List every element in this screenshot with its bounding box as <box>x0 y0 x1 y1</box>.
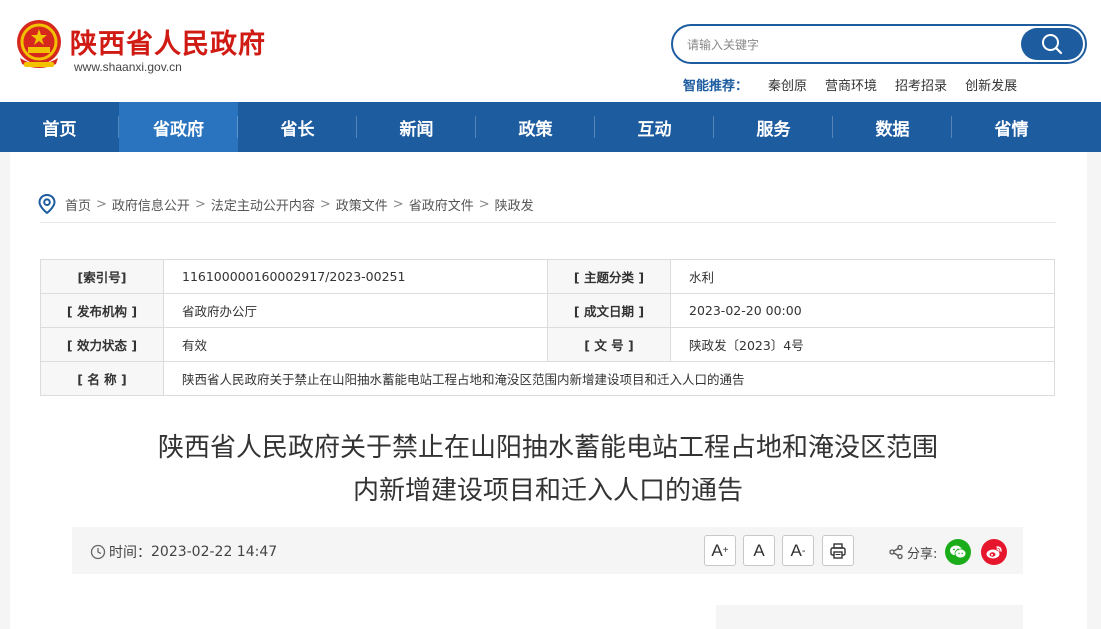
breadcrumb-statutory[interactable]: 法定主动公开内容 <box>211 195 315 214</box>
table-row: [ 发布机构 ] 省政府办公厅 [ 成文日期 ] 2023-02-20 00:0… <box>40 293 1055 328</box>
date-label: [ 成文日期 ] <box>547 293 671 328</box>
name-value: 陕西省人民政府关于禁止在山阳抽水蓄能电站工程占地和淹没区范围内新增建设项目和迁入… <box>163 361 1055 396</box>
wechat-icon <box>950 545 967 559</box>
topic-label: [ 主题分类 ] <box>547 259 671 294</box>
share-label: 分享: <box>907 546 938 562</box>
site-header: 陕西省人民政府 www.shaanxi.gov.cn 智能推荐： 秦创原 营商环… <box>0 0 1101 102</box>
search-input[interactable] <box>687 35 1007 55</box>
doc-no-value: 陕政发〔2023〕4号 <box>670 327 1055 362</box>
search-box <box>671 24 1087 64</box>
font-decrease-sup: - <box>801 544 806 557</box>
printer-icon <box>830 542 846 559</box>
breadcrumb-separator: > <box>319 196 331 212</box>
nav-service[interactable]: 服务 <box>714 102 833 152</box>
weibo-share-button[interactable] <box>981 539 1008 565</box>
nav-news[interactable]: 新闻 <box>357 102 476 152</box>
share-bar: 分享: <box>888 539 1008 565</box>
search-icon <box>1042 34 1063 55</box>
smart-link-business-environment[interactable]: 营商环境 <box>825 75 877 94</box>
site-name[interactable]: 陕西省人民政府 <box>70 22 266 61</box>
weibo-icon <box>986 546 1003 559</box>
breadcrumb-separator: > <box>392 196 404 212</box>
nav-governor[interactable]: 省长 <box>238 102 357 152</box>
main-content: 首页 > 政府信息公开 > 法定主动公开内容 > 政策文件 > 省政府文件 > … <box>10 152 1087 629</box>
breadcrumb: 首页 > 政府信息公开 > 法定主动公开内容 > 政策文件 > 省政府文件 > … <box>38 194 534 214</box>
font-increase-button[interactable]: A + <box>704 535 736 566</box>
site-url: www.shaanxi.gov.cn <box>74 60 182 74</box>
breadcrumb-gov-docs[interactable]: 省政府文件 <box>409 195 474 214</box>
side-panel <box>716 605 1023 629</box>
nav-policy[interactable]: 政策 <box>476 102 595 152</box>
print-button[interactable] <box>822 535 854 566</box>
nav-data[interactable]: 数据 <box>833 102 952 152</box>
publish-time: 时间： 2023-02-22 14:47 <box>90 542 277 562</box>
search-button[interactable] <box>1021 28 1083 60</box>
issuer-value: 省政府办公厅 <box>163 293 548 328</box>
breadcrumb-separator: > <box>96 196 107 212</box>
nav-provincial-info[interactable]: 省情 <box>952 102 1071 152</box>
font-increase-sup: + <box>722 545 729 556</box>
article-toolbar: 时间： 2023-02-22 14:47 A + A A- 分享: <box>72 527 1023 574</box>
status-value: 有效 <box>163 327 548 362</box>
national-emblem-icon[interactable] <box>14 18 64 70</box>
smart-recommend-label: 智能推荐： <box>683 79 749 94</box>
publish-time-label: 时间： <box>109 545 151 561</box>
nav-provincial-government[interactable]: 省政府 <box>119 102 238 152</box>
index-no-value: 116100000160002917/2023-00251 <box>163 259 548 294</box>
font-decrease-button[interactable]: A- <box>782 535 814 566</box>
breadcrumb-policy-docs[interactable]: 政策文件 <box>336 195 388 214</box>
nav-home[interactable]: 首页 <box>0 102 119 152</box>
breadcrumb-separator: > <box>478 196 490 212</box>
issuer-label: [ 发布机构 ] <box>40 293 164 328</box>
location-pin-icon <box>38 194 56 214</box>
smart-link-recruitment[interactable]: 招考招录 <box>895 75 947 94</box>
topic-value: 水利 <box>670 259 1055 294</box>
clock-icon <box>90 544 106 560</box>
wechat-share-button[interactable] <box>945 539 972 565</box>
font-normal-button[interactable]: A <box>743 535 775 566</box>
font-increase-label: A <box>711 540 723 560</box>
article-title-line-1: 陕西省人民政府关于禁止在山阳抽水蓄能电站工程占地和淹没区范围 <box>157 433 938 463</box>
doc-no-label: [ 文 号 ] <box>547 327 671 362</box>
smart-link-innovation[interactable]: 创新发展 <box>965 75 1017 94</box>
table-row: [索引号] 116100000160002917/2023-00251 [ 主题… <box>40 259 1055 294</box>
table-row: [ 效力状态 ] 有效 [ 文 号 ] 陕政发〔2023〕4号 <box>40 327 1055 362</box>
index-no-label: [索引号] <box>40 259 164 294</box>
smart-recommend: 智能推荐： 秦创原 营商环境 招考招录 创新发展 <box>683 75 1035 94</box>
article-title-line-2: 内新增建设项目和迁入人口的通告 <box>352 476 743 506</box>
main-nav: 首页 省政府 省长 新闻 政策 互动 服务 数据 省情 <box>0 102 1101 152</box>
share-icon <box>889 544 903 560</box>
breadcrumb-divider <box>40 222 1056 223</box>
document-meta-table: [索引号] 116100000160002917/2023-00251 [ 主题… <box>40 259 1055 396</box>
publish-time-value: 2023-02-22 14:47 <box>151 544 278 560</box>
font-decrease-label: A <box>790 540 802 560</box>
breadcrumb-separator: > <box>194 196 206 212</box>
date-value: 2023-02-20 00:00 <box>670 293 1055 328</box>
nav-interaction[interactable]: 互动 <box>595 102 714 152</box>
breadcrumb-home[interactable]: 首页 <box>65 195 91 214</box>
status-label: [ 效力状态 ] <box>40 327 164 362</box>
font-normal-label: A <box>753 540 765 560</box>
name-label: [ 名 称 ] <box>40 361 164 396</box>
table-row: [ 名 称 ] 陕西省人民政府关于禁止在山阳抽水蓄能电站工程占地和淹没区范围内新… <box>40 361 1055 396</box>
smart-link-qinchuangyuan[interactable]: 秦创原 <box>768 75 807 94</box>
breadcrumb-gov-info[interactable]: 政府信息公开 <box>112 195 190 214</box>
breadcrumb-current[interactable]: 陕政发 <box>495 195 534 214</box>
article-title: 陕西省人民政府关于禁止在山阳抽水蓄能电站工程占地和淹没区范围 内新增建设项目和迁… <box>70 427 1026 513</box>
